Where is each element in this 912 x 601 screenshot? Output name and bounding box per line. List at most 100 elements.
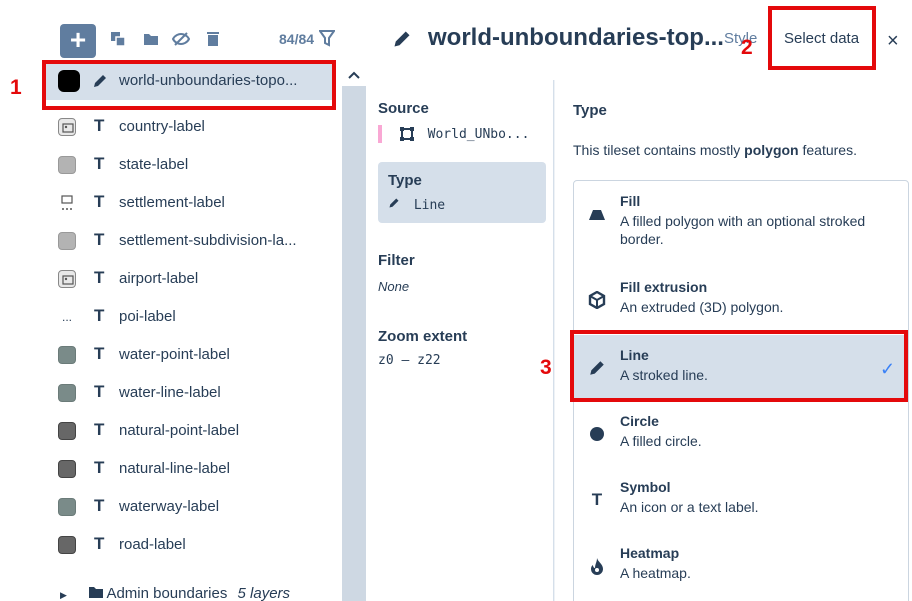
add-layer-button[interactable]: + (60, 24, 96, 58)
type-picker-title: Type (573, 102, 607, 119)
layer-row-natural-point-label[interactable]: T natural-point-label (0, 412, 342, 450)
type-option-circle[interactable]: Circle A filled circle. (574, 401, 908, 467)
layer-label: waterway-label (119, 498, 220, 515)
layer-row-country-label[interactable]: T country-label (0, 108, 342, 146)
image-swatch-icon (58, 194, 76, 212)
desc-text: This tileset contains mostly (573, 142, 745, 158)
source-name: World_UNbo... (427, 126, 530, 142)
type-value: Line (388, 197, 536, 213)
option-title: Symbol (620, 479, 671, 495)
text-type-icon: T (94, 420, 105, 439)
layer-editor: world-unboundaries-top... Style Select d… (366, 0, 912, 601)
option-desc: An icon or a text label. (620, 499, 759, 515)
filter-value: None (378, 279, 410, 294)
folder-icon[interactable] (140, 28, 162, 50)
layer-count: 84/84 (279, 31, 315, 47)
option-title: Fill (620, 193, 641, 209)
layer-swatch (58, 232, 76, 250)
callout-box-3 (570, 330, 908, 402)
image-swatch-icon (58, 118, 76, 136)
dots-swatch-icon: ... (61, 310, 72, 324)
option-desc: A heatmap. (620, 565, 691, 581)
source-section[interactable]: Source World_UNbo... (378, 100, 546, 143)
source-color-bar (378, 125, 382, 143)
layer-label: settlement-label (119, 194, 225, 211)
layer-swatch (58, 460, 76, 478)
layer-row-state-label[interactable]: T state-label (0, 146, 342, 184)
option-desc: An extruded (3D) polygon. (620, 299, 784, 315)
image-swatch-icon (58, 270, 76, 288)
layer-swatch (58, 536, 76, 554)
filter-section[interactable]: Filter None (378, 252, 546, 294)
option-title: Circle (620, 413, 659, 429)
trash-icon[interactable] (202, 28, 224, 50)
zoom-section[interactable]: Zoom extent z0 – z22 (378, 328, 546, 368)
circle-icon (586, 423, 608, 445)
filter-heading: Filter (378, 252, 415, 269)
layers-toolbar: + 84/84 (0, 0, 342, 58)
layers-scrollbar[interactable] (342, 62, 366, 601)
type-heading: Type (388, 172, 422, 189)
duplicate-icon[interactable] (107, 28, 129, 50)
text-type-icon: T (94, 496, 105, 515)
filter-icon[interactable] (318, 29, 336, 52)
expand-triangle-icon[interactable]: ▶ (60, 590, 67, 600)
layer-row-settlement-label[interactable]: T settlement-label (0, 184, 342, 222)
layer-row-road-label[interactable]: T road-label (0, 526, 342, 564)
type-option-fill-extrusion[interactable]: Fill extrusion An extruded (3D) polygon. (574, 267, 908, 333)
source-heading: Source (378, 100, 429, 117)
callout-number-2: 2 (741, 36, 753, 59)
layer-row-poi-label[interactable]: ... T poi-label (0, 298, 342, 336)
layer-swatch (58, 156, 76, 174)
hide-icon[interactable] (170, 28, 192, 50)
text-type-icon: T (94, 116, 105, 135)
scroll-up-icon[interactable] (342, 62, 366, 86)
option-title: Fill extrusion (620, 279, 708, 295)
folder-admin-boundaries[interactable]: ▶ Admin boundaries 5 layers (60, 585, 290, 601)
layer-row-airport-label[interactable]: T airport-label (0, 260, 342, 298)
layer-swatch (58, 384, 76, 402)
option-desc: A filled polygon with an optional stroke… (620, 213, 866, 247)
layer-swatch (58, 346, 76, 364)
text-type-icon: T (94, 382, 105, 401)
option-title: Heatmap (620, 545, 680, 561)
layer-label: water-line-label (119, 384, 221, 401)
type-option-symbol[interactable]: T Symbol An icon or a text label. (574, 467, 908, 533)
type-option-heatmap[interactable]: Heatmap A heatmap. (574, 533, 908, 599)
layer-row-water-point-label[interactable]: T water-point-label (0, 336, 342, 374)
layer-row-waterway-label[interactable]: T waterway-label (0, 488, 342, 526)
text-icon: T (591, 490, 603, 509)
layer-label: road-label (119, 536, 186, 553)
layer-label: country-label (119, 118, 205, 135)
option-desc: A filled circle. (620, 433, 702, 449)
text-type-icon: T (94, 154, 105, 173)
flame-icon (586, 555, 608, 577)
type-section[interactable]: Type Line (378, 162, 546, 223)
text-type-icon: T (94, 458, 105, 477)
layer-label: natural-point-label (119, 422, 240, 439)
tileset-icon (399, 127, 422, 142)
layer-label: poi-label (119, 308, 176, 325)
text-type-icon: T (94, 344, 105, 363)
desc-text-end: features. (798, 142, 857, 158)
layer-row-natural-line-label[interactable]: T natural-line-label (0, 450, 342, 488)
close-icon[interactable]: × (887, 30, 899, 53)
layer-row-settlement-subdivision[interactable]: T settlement-subdivision-la... (0, 222, 342, 260)
layer-swatch (58, 422, 76, 440)
source-value: World_UNbo... (378, 125, 546, 143)
folder-sublabel: 5 layers (237, 585, 291, 601)
text-type-icon: T (94, 306, 105, 325)
editor-sections: Source World_UNbo... Type Line Filter No… (366, 80, 554, 601)
layer-swatch (58, 498, 76, 516)
fill-icon (586, 203, 608, 225)
app-root: + 84/84 world-unboundaries-topo... T cou… (0, 0, 912, 601)
text-type-icon: T (94, 192, 105, 211)
callout-box-1 (42, 60, 336, 110)
folder-label: Admin boundaries (106, 585, 228, 601)
type-option-fill[interactable]: Fill A filled polygon with an optional s… (574, 181, 908, 247)
layer-label: water-point-label (119, 346, 230, 363)
layer-label: state-label (119, 156, 189, 173)
layer-row-water-line-label[interactable]: T water-line-label (0, 374, 342, 412)
pencil-icon (392, 29, 412, 54)
callout-box-2 (768, 6, 876, 70)
